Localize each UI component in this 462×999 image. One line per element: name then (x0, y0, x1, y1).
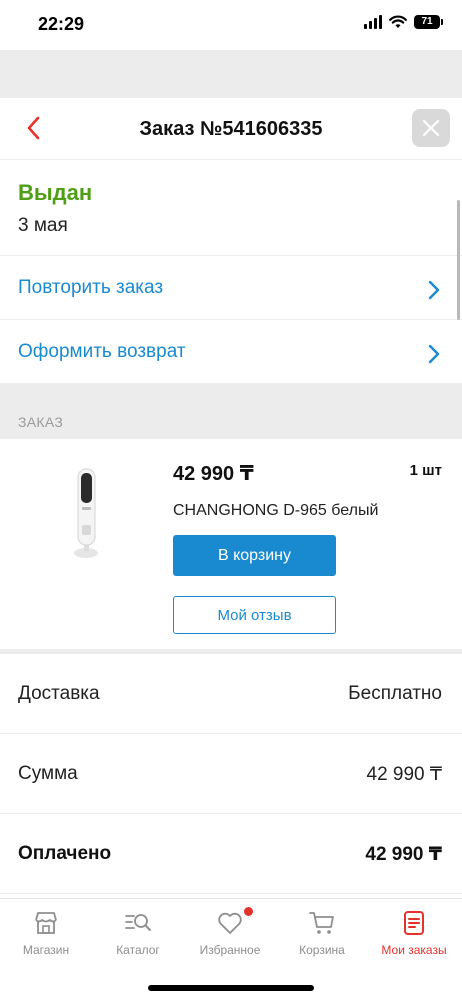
notification-dot (244, 907, 253, 916)
top-spacer (0, 50, 462, 98)
delivery-label: Доставка (18, 683, 100, 704)
order-status: Выдан (18, 180, 93, 205)
chevron-right-icon (428, 344, 440, 364)
battery-icon: 71 (414, 15, 443, 29)
order-status-block: Выдан 3 мая (0, 160, 462, 256)
cellular-signal-icon (364, 15, 382, 29)
return-order-label: Оформить возврат (18, 341, 186, 362)
tab-my-orders-label: Мои заказы (381, 943, 447, 957)
catalog-search-icon (125, 914, 151, 931)
cart-icon (309, 912, 334, 934)
paid-label: Оплачено (18, 843, 112, 864)
order-header: Заказ №541606335 (0, 98, 462, 160)
heart-icon (218, 912, 242, 934)
paid-value: 42 990 ₸ (365, 844, 442, 865)
page-title: Заказ №541606335 (139, 118, 323, 140)
wifi-icon (389, 15, 407, 28)
tab-my-orders[interactable]: Мои заказы (368, 899, 460, 969)
bottom-tab-bar: Магазин Каталог Избранное Корзина Мои за… (0, 898, 462, 999)
tab-shop-label: Магазин (22, 943, 70, 957)
order-section-header: ЗАКАЗ (0, 383, 462, 439)
product-image[interactable] (62, 465, 112, 561)
tab-cart-label: Корзина (299, 943, 345, 957)
product-price: 42 990 ₸ (173, 463, 254, 485)
sum-value: 42 990 ₸ (366, 764, 442, 785)
section-title: ЗАКАЗ (18, 414, 64, 430)
tab-favorites[interactable]: Избранное (184, 899, 276, 969)
close-icon (422, 119, 440, 137)
status-time: 22:29 (38, 14, 85, 34)
home-indicator (148, 985, 314, 991)
tab-favorites-label: Избранное (199, 943, 261, 957)
sum-row: Сумма 42 990 ₸ (0, 734, 462, 814)
shop-icon (35, 912, 57, 934)
delivery-value: Бесплатно (348, 683, 442, 704)
tab-catalog[interactable]: Каталог (92, 899, 184, 969)
tab-cart[interactable]: Корзина (276, 899, 368, 969)
orders-icon (404, 911, 424, 935)
return-order-row[interactable]: Оформить возврат (0, 320, 462, 384)
tab-shop[interactable]: Магазин (0, 899, 92, 969)
paid-row: Оплачено 42 990 ₸ (0, 814, 462, 894)
delivery-row: Доставка Бесплатно (0, 654, 462, 734)
product-quantity: 1 шт (409, 462, 442, 479)
close-button[interactable] (412, 109, 450, 147)
repeat-order-row[interactable]: Повторить заказ (0, 256, 462, 320)
scrollbar[interactable] (457, 200, 460, 320)
status-bar: 22:29 71 (0, 0, 462, 50)
product-name[interactable]: CHANGHONG D-965 белый (173, 502, 378, 520)
tab-catalog-label: Каталог (116, 943, 160, 957)
my-review-button[interactable]: Мой отзыв (173, 596, 336, 634)
add-to-cart-button[interactable]: В корзину (173, 535, 336, 576)
status-icons: 71 (364, 15, 443, 29)
repeat-order-label: Повторить заказ (18, 277, 164, 298)
product-card: 42 990 ₸ 1 шт CHANGHONG D-965 белый В ко… (0, 439, 462, 649)
order-date: 3 мая (18, 215, 68, 236)
sum-label: Сумма (18, 763, 78, 784)
chevron-right-icon (428, 280, 440, 300)
